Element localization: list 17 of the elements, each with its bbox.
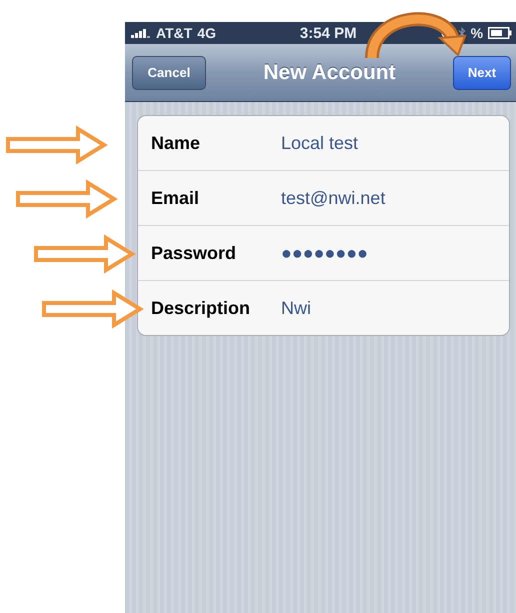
field-label: Email	[151, 188, 200, 208]
carrier-name: AT&T	[156, 25, 192, 41]
input-field[interactable]: Nwi	[281, 298, 311, 318]
next-button[interactable]: Next	[452, 56, 511, 90]
clock-time: 3:54 PM	[300, 24, 357, 42]
field-label: Password	[151, 242, 238, 264]
battery-percent: %	[470, 25, 484, 41]
cancel-button[interactable]: Cancel	[132, 56, 206, 90]
network-type: 4G	[197, 25, 216, 41]
field-label: Name	[151, 132, 202, 154]
screen-title: New Account	[263, 60, 396, 84]
input-field[interactable]: Local test	[281, 132, 358, 154]
input-field[interactable]: test@nwi.net	[281, 188, 386, 208]
signal-icon	[131, 28, 151, 38]
battery-icon	[488, 27, 512, 39]
input-field[interactable]: ●●●●●●●●	[281, 242, 368, 264]
field-label: Description	[151, 298, 252, 318]
